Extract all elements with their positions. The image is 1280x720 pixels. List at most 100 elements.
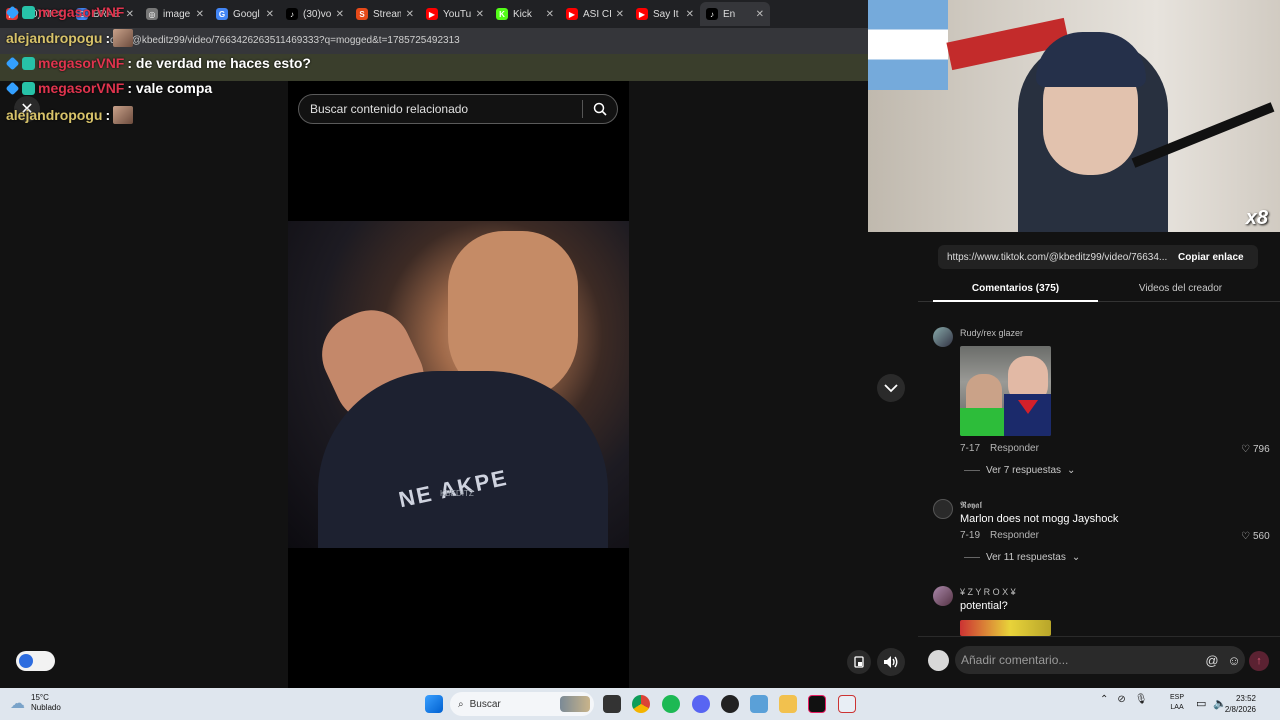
tab-close-icon[interactable]: ✕ xyxy=(266,9,274,20)
share-link-url[interactable]: https://www.tiktok.com/@kbeditz99/video/… xyxy=(938,252,1170,263)
send-icon[interactable]: ↑ xyxy=(1249,651,1269,671)
tab-close-icon[interactable]: ✕ xyxy=(686,9,694,20)
comment-placeholder: Añadir comentario... xyxy=(961,653,1069,667)
webcam-multiplier: x8 xyxy=(1245,207,1268,229)
chat-text: : xyxy=(105,107,111,123)
volume-icon[interactable] xyxy=(877,648,905,676)
video-player[interactable]: NE AKPE KBEDITZ xyxy=(288,221,629,548)
chat-message: alejandropogu: xyxy=(6,29,134,47)
task-view-icon[interactable] xyxy=(603,695,621,713)
video-watermark: KBEDITZ xyxy=(440,489,474,498)
network-off-icon[interactable]: ⊘ xyxy=(1117,694,1125,705)
view-replies-button[interactable]: Ver 7 respuestas ⌄ xyxy=(964,465,1075,476)
search-icon[interactable] xyxy=(583,102,617,116)
system-tray: ⌃ ⊘ 🎙 xyxy=(1100,694,1147,705)
tab-close-icon[interactable]: ✕ xyxy=(336,9,344,20)
file-explorer-icon[interactable] xyxy=(779,695,797,713)
related-search-input[interactable]: Buscar contenido relacionado xyxy=(298,94,618,124)
tab-favicon-icon: K xyxy=(496,8,508,20)
browser-tab[interactable]: G Googl ✕ xyxy=(210,2,280,26)
browser-tab[interactable]: ♪ En ✕ xyxy=(700,2,770,26)
tab-creator-videos[interactable]: Videos del creador xyxy=(1098,283,1263,294)
comment-input[interactable]: Añadir comentario... @ ☺ xyxy=(955,646,1245,674)
chevron-up-icon[interactable]: ⌃ xyxy=(1100,694,1108,705)
tab-label: Googl xyxy=(233,8,260,20)
mention-icon[interactable]: @ xyxy=(1201,653,1223,668)
comment-text: potential? xyxy=(960,600,1008,612)
display-icon[interactable]: ▭ xyxy=(1196,697,1206,710)
chrome-icon[interactable] xyxy=(632,695,650,713)
comment-avatar[interactable] xyxy=(933,499,953,519)
chat-username: megasorVNF xyxy=(38,4,125,20)
tab-favicon-icon: ◎ xyxy=(146,8,158,20)
toggle-switch[interactable] xyxy=(16,651,55,671)
chat-badge-icon xyxy=(22,5,35,19)
comment-avatar[interactable] xyxy=(933,327,953,347)
clock[interactable]: 23:52 2/8/2026 xyxy=(1225,693,1256,715)
like-count: 560 xyxy=(1252,531,1270,542)
chat-message: megasorVNF xyxy=(5,4,125,20)
reply-button[interactable]: Responder xyxy=(990,443,1039,454)
tab-close-icon[interactable]: ✕ xyxy=(196,9,204,20)
chat-message: megasorVNF: de verdad me haces esto? xyxy=(5,55,311,71)
tiktok-icon[interactable] xyxy=(808,695,826,713)
discord-icon[interactable] xyxy=(692,695,710,713)
comment-meta: 7-17 Responder xyxy=(960,443,1039,454)
reply-button[interactable]: Responder xyxy=(990,530,1039,541)
spotify-icon[interactable] xyxy=(662,695,680,713)
tab-favicon-icon: G xyxy=(216,8,228,20)
microphone-icon[interactable]: 🎙 xyxy=(1135,694,1148,705)
chevron-down-icon: ⌄ xyxy=(1067,465,1076,476)
cloud-icon: ☁ xyxy=(10,695,25,712)
tab-active-indicator xyxy=(933,300,1098,302)
comment-image[interactable] xyxy=(960,620,1051,636)
comment-username[interactable]: 𝕽𝖔𝖞𝖆𝖑 xyxy=(960,500,982,511)
tab-comments[interactable]: Comentarios (375) xyxy=(933,283,1098,294)
browser-tab[interactable]: S Stream ✕ xyxy=(350,2,420,26)
browser-tab[interactable]: ▶ YouTu ✕ xyxy=(420,2,490,26)
browser-tab[interactable]: ◎ image ✕ xyxy=(140,2,210,26)
lang-code: ESP xyxy=(1170,694,1185,701)
chat-badge-icon xyxy=(5,81,20,95)
mini-player-icon[interactable] xyxy=(847,650,871,674)
clock-time: 23:52 xyxy=(1235,694,1256,703)
tab-close-icon[interactable]: ✕ xyxy=(126,9,134,20)
tab-label: Stream xyxy=(373,8,401,20)
tab-close-icon[interactable]: ✕ xyxy=(546,9,554,20)
like-button[interactable]: ♡ 796 xyxy=(1241,444,1270,455)
tab-favicon-icon: ▶ xyxy=(566,8,578,20)
tab-label: ASI CI xyxy=(583,8,611,20)
comment-username[interactable]: ¥ Z Y R O X ¥ xyxy=(960,587,1016,597)
comment-avatar[interactable] xyxy=(933,586,953,606)
address-url[interactable]: com/@kbeditz99/video/7663426263511469333… xyxy=(110,35,460,46)
chat-emote-icon xyxy=(113,106,134,124)
chat-badge-icon xyxy=(5,56,20,70)
tab-close-icon[interactable]: ✕ xyxy=(756,9,764,20)
emoji-icon[interactable]: ☺ xyxy=(1223,653,1245,668)
comment-date: 7-17 xyxy=(960,443,981,454)
view-replies-button[interactable]: Ver 11 respuestas ⌄ xyxy=(964,552,1080,563)
windows-start-icon[interactable] xyxy=(425,695,443,713)
chat-text: : xyxy=(105,30,111,46)
tab-close-icon[interactable]: ✕ xyxy=(476,9,484,20)
comment-image[interactable] xyxy=(960,346,1051,436)
like-button[interactable]: ♡ 560 xyxy=(1241,531,1270,542)
tab-close-icon[interactable]: ✕ xyxy=(616,9,624,20)
browser-tab[interactable]: K Kick ✕ xyxy=(490,2,560,26)
snipping-tool-icon[interactable] xyxy=(838,695,856,713)
obs-icon[interactable] xyxy=(721,695,739,713)
share-link-bar: https://www.tiktok.com/@kbeditz99/video/… xyxy=(938,245,1258,269)
notepad-icon[interactable] xyxy=(750,695,768,713)
taskbar-search[interactable]: ⌕ Buscar xyxy=(450,692,594,716)
language-indicator[interactable]: ESP LAA xyxy=(1170,693,1184,713)
comment-username[interactable]: Rudy/rex glazer xyxy=(960,328,1023,338)
search-icon: ⌕ xyxy=(458,698,464,710)
browser-tab[interactable]: ♪ (30)vo ✕ xyxy=(280,2,350,26)
browser-tab[interactable]: ▶ ASI CI ✕ xyxy=(560,2,630,26)
chevron-down-icon[interactable] xyxy=(877,374,905,402)
tab-close-icon[interactable]: ✕ xyxy=(406,9,414,20)
copy-link-button[interactable]: Copiar enlace xyxy=(1170,252,1244,263)
weather-widget[interactable]: ☁ 15°C Nublado xyxy=(10,693,61,713)
browser-tab[interactable]: ▶ Say It ✕ xyxy=(630,2,700,26)
taskbar-search-label: Buscar xyxy=(469,698,501,710)
